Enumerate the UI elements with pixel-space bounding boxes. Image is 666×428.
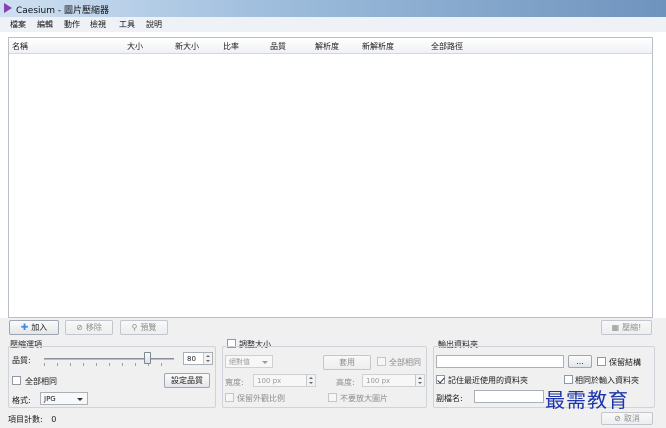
menu-action[interactable]: 動作 — [64, 19, 80, 30]
height-label: 高度: — [336, 378, 355, 387]
menu-edit[interactable]: 編輯 — [37, 19, 53, 30]
no-enlarge-checkbox[interactable] — [328, 393, 337, 402]
preview-button-label: 預覽 — [140, 323, 157, 332]
cancel-button-label: 取消 — [623, 414, 640, 423]
plus-icon: ✚ — [20, 322, 29, 333]
menu-file[interactable]: 檔案 — [10, 19, 26, 30]
column-new-size[interactable]: 新大小 — [175, 41, 199, 52]
app-icon — [4, 3, 12, 13]
apply-resize-button[interactable]: 套用 — [323, 355, 371, 370]
watermark-text: 最需教育 — [545, 388, 629, 412]
magnifier-icon: ⚲ — [131, 323, 138, 332]
column-size[interactable]: 大小 — [127, 41, 143, 52]
column-new-resolution[interactable]: 新解析度 — [362, 41, 394, 52]
resize-all-same-label: 全部相同 — [389, 358, 421, 367]
add-button[interactable]: ✚ 加入 — [9, 320, 59, 335]
apply-resize-button-label: 套用 — [339, 358, 355, 367]
width-label: 寬度: — [225, 378, 244, 387]
all-same-quality-checkbox[interactable] — [12, 376, 21, 385]
menu-tools[interactable]: 工具 — [119, 19, 135, 30]
keep-ratio-label: 保留外觀比例 — [237, 394, 285, 403]
set-quality-button-label: 設定品質 — [171, 376, 203, 385]
add-button-label: 加入 — [31, 323, 48, 332]
height-spinbox[interactable]: 100 px — [362, 374, 425, 387]
remember-folder-label: 記住最近使用的資料夾 — [448, 376, 528, 385]
remove-button-label: 移除 — [85, 323, 102, 332]
column-resolution[interactable]: 解析度 — [315, 41, 339, 52]
item-count-value: 0 — [51, 415, 57, 424]
column-ratio[interactable]: 比率 — [223, 41, 239, 52]
browse-button[interactable]: ... — [568, 355, 592, 368]
keep-ratio-checkbox[interactable] — [225, 393, 234, 402]
chevron-down-icon — [262, 361, 268, 364]
menu-view[interactable]: 檢視 — [90, 19, 106, 30]
remove-button[interactable]: ⊘ 移除 — [65, 320, 113, 335]
menu-help[interactable]: 說明 — [146, 19, 162, 30]
quality-spinbox[interactable]: 80 — [183, 352, 213, 365]
compress-button-label: 壓縮! — [622, 323, 642, 332]
item-count: 項目計數: 0 — [8, 414, 56, 425]
suffix-label: 副檔名: — [436, 394, 463, 403]
resize-mode-select[interactable]: 絕對值 — [225, 355, 273, 368]
quality-slider-track[interactable] — [44, 358, 174, 360]
output-folder-input[interactable] — [436, 355, 564, 368]
format-value: JPG — [44, 394, 56, 403]
quality-spin-arrows[interactable] — [203, 353, 212, 364]
no-enlarge-label: 不要放大圖片 — [340, 394, 388, 403]
format-label: 格式: — [12, 396, 31, 405]
window-title: Caesium - 圖片壓縮器 — [16, 6, 109, 16]
cancel-icon: ⊘ — [614, 414, 621, 423]
remember-folder-checkbox[interactable] — [436, 375, 445, 384]
suffix-input[interactable] — [474, 390, 544, 403]
resize-all-same-checkbox[interactable] — [377, 357, 386, 366]
item-count-label: 項目計數: — [8, 415, 43, 424]
all-same-quality-label: 全部相同 — [25, 377, 57, 386]
title-bar: Caesium - 圖片壓縮器 — [0, 0, 666, 17]
height-spin-arrows[interactable] — [415, 375, 424, 386]
cancel-button[interactable]: ⊘ 取消 — [601, 412, 653, 425]
column-quality[interactable]: 品質 — [270, 41, 286, 52]
compress-button[interactable]: ▦ 壓縮! — [601, 320, 652, 335]
quality-value: 80 — [187, 354, 196, 363]
format-select[interactable]: JPG — [40, 392, 88, 405]
column-full-path[interactable]: 全部路徑 — [431, 41, 463, 52]
width-value: 100 px — [257, 376, 282, 385]
width-spinbox[interactable]: 100 px — [253, 374, 316, 387]
quality-slider-thumb[interactable] — [144, 352, 151, 364]
keep-structure-label: 保留結構 — [609, 358, 641, 367]
file-table[interactable]: 名稱 大小 新大小 比率 品質 解析度 新解析度 全部路徑 — [8, 37, 653, 318]
resize-mode-value: 絕對值 — [229, 357, 250, 366]
width-spin-arrows[interactable] — [306, 375, 315, 386]
set-quality-button[interactable]: 設定品質 — [164, 373, 210, 388]
table-header: 名稱 大小 新大小 比率 品質 解析度 新解析度 全部路徑 — [9, 38, 652, 54]
same-as-input-checkbox[interactable] — [564, 375, 573, 384]
quality-label: 品質: — [12, 356, 31, 365]
no-entry-icon: ⊘ — [76, 323, 83, 332]
quality-slider-ticks — [44, 363, 174, 366]
preview-button[interactable]: ⚲ 預覽 — [120, 320, 168, 335]
keep-structure-checkbox[interactable] — [597, 357, 606, 366]
menu-bar: 檔案 編輯 動作 檢視 工具 說明 — [0, 17, 666, 32]
column-name[interactable]: 名稱 — [12, 41, 28, 52]
height-value: 100 px — [366, 376, 391, 385]
compress-icon: ▦ — [611, 323, 620, 332]
browse-button-label: ... — [576, 357, 584, 366]
chevron-down-icon — [77, 398, 83, 401]
